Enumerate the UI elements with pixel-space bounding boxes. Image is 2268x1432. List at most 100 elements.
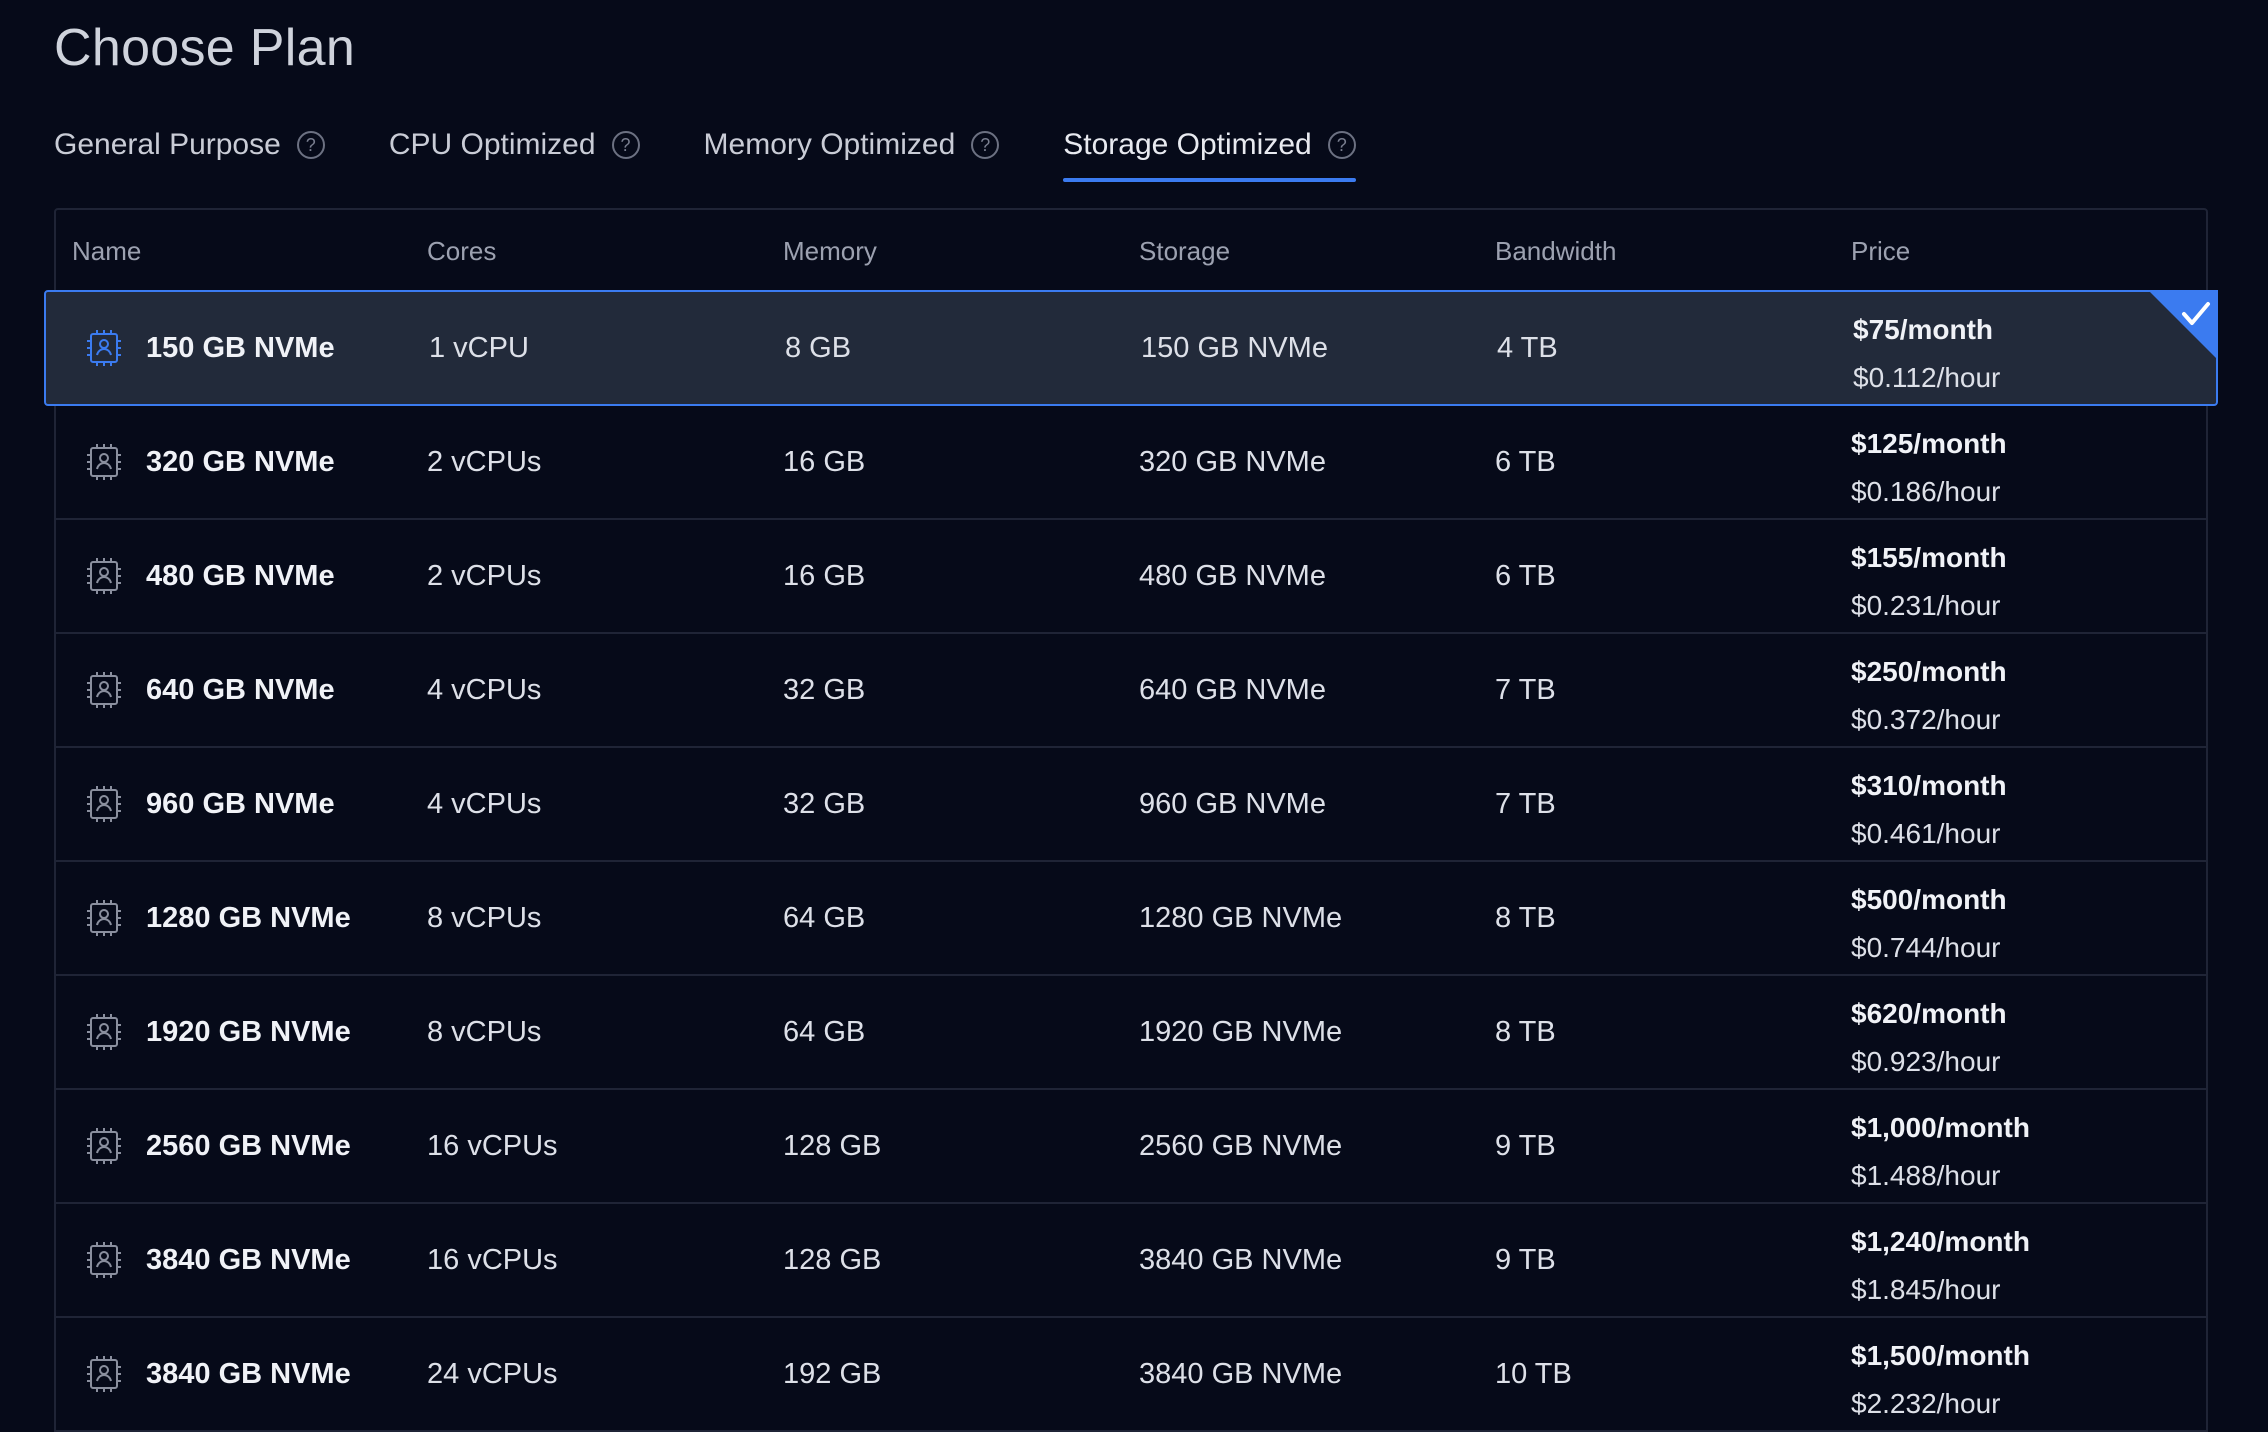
price-monthly: $620/month: [1851, 998, 2007, 1029]
plan-name: 640 GB NVMe: [146, 673, 335, 706]
table-row[interactable]: 1920 GB NVMe 8 vCPUs 64 GB 1920 GB NVMe 8 TB…: [56, 976, 2206, 1090]
plan-price: $1,500/month $2.232/hour: [1851, 1332, 2030, 1428]
column-header-storage[interactable]: Storage: [1139, 236, 1230, 267]
plan-cores: 4 vCPUs: [427, 787, 542, 820]
help-circle-icon[interactable]: ?: [1327, 131, 1356, 159]
plan-bandwidth: 6 TB: [1495, 559, 1556, 592]
price-hourly: $0.231/hour: [1851, 590, 2001, 621]
column-header-cores[interactable]: Cores: [427, 236, 496, 267]
plan-name: 1920 GB NVMe: [146, 1015, 351, 1048]
column-header-price[interactable]: Price: [1851, 236, 1910, 267]
price-hourly: $0.372/hour: [1851, 704, 2001, 735]
price-hourly: $0.112/hour: [1853, 362, 2001, 393]
plan-name-cell: 640 GB NVMe: [86, 671, 335, 709]
table-row[interactable]: 1280 GB NVMe 8 vCPUs 64 GB 1280 GB NVMe 8 TB…: [56, 862, 2206, 976]
plan-memory: 16 GB: [783, 445, 866, 478]
price-monthly: $75/month: [1853, 314, 1994, 345]
plan-name-cell: 2560 GB NVMe: [86, 1127, 351, 1165]
choose-plan-page: Choose Plan General Purpose ? CPU Optimi…: [0, 0, 2268, 1432]
plan-cores: 2 vCPUs: [427, 445, 542, 478]
plan-price: $1,240/month $1.845/hour: [1851, 1218, 2030, 1314]
tab-cpu-optimized[interactable]: CPU Optimized ?: [389, 122, 640, 168]
plan-price: $125/month $0.186/hour: [1851, 420, 2007, 516]
server-chip-icon: [86, 329, 122, 367]
price-monthly: $125/month: [1851, 428, 2007, 459]
plan-memory: 192 GB: [783, 1357, 882, 1390]
column-header-bandwidth[interactable]: Bandwidth: [1495, 236, 1616, 267]
table-row[interactable]: 640 GB NVMe 4 vCPUs 32 GB 640 GB NVMe 7 TB $2…: [56, 634, 2206, 748]
tab-general-purpose[interactable]: General Purpose ?: [54, 122, 325, 168]
table-row[interactable]: 480 GB NVMe 2 vCPUs 16 GB 480 GB NVMe 6 TB $1…: [56, 520, 2206, 634]
server-chip-icon: [86, 671, 122, 709]
page-title: Choose Plan: [54, 19, 356, 77]
column-header-name[interactable]: Name: [72, 236, 141, 267]
plan-cores: 4 vCPUs: [427, 673, 542, 706]
table-body: 150 GB NVMe 1 vCPU 8 GB 150 GB NVMe 4 TB $75/…: [44, 290, 2218, 1432]
column-header-memory[interactable]: Memory: [783, 236, 877, 267]
plan-name: 3840 GB NVMe: [146, 1243, 351, 1276]
table-row[interactable]: 3840 GB NVMe 24 vCPUs 192 GB 3840 GB NVMe 10…: [56, 1318, 2206, 1432]
plan-cores: 8 vCPUs: [427, 901, 542, 934]
server-chip-icon: [86, 1355, 122, 1393]
plan-name: 150 GB NVMe: [146, 331, 335, 364]
plan-name: 480 GB NVMe: [146, 559, 335, 592]
price-hourly: $0.461/hour: [1851, 818, 2001, 849]
table-header: Name Cores Memory Storage Bandwidth Pric…: [56, 210, 2206, 292]
server-chip-icon: [86, 1241, 122, 1279]
price-monthly: $155/month: [1851, 542, 2007, 573]
plan-memory: 64 GB: [783, 1015, 866, 1048]
plan-storage: 2560 GB NVMe: [1139, 1129, 1343, 1162]
tab-label: Storage Optimized: [1063, 128, 1312, 161]
plan-price: $500/month $0.744/hour: [1851, 876, 2007, 972]
price-hourly: $0.744/hour: [1851, 932, 2001, 963]
plan-name-cell: 320 GB NVMe: [86, 443, 335, 481]
server-chip-icon: [86, 899, 122, 937]
help-circle-icon[interactable]: ?: [611, 131, 640, 159]
table-row[interactable]: 3840 GB NVMe 16 vCPUs 128 GB 3840 GB NVMe 9 …: [56, 1204, 2206, 1318]
table-row[interactable]: 150 GB NVMe 1 vCPU 8 GB 150 GB NVMe 4 TB $75/…: [44, 290, 2218, 406]
plan-memory: 32 GB: [783, 787, 866, 820]
plan-bandwidth: 7 TB: [1495, 673, 1556, 706]
plan-bandwidth: 10 TB: [1495, 1357, 1572, 1390]
table-row[interactable]: 320 GB NVMe 2 vCPUs 16 GB 320 GB NVMe 6 TB $1…: [56, 406, 2206, 520]
plan-name: 2560 GB NVMe: [146, 1129, 351, 1162]
plan-bandwidth: 6 TB: [1495, 445, 1556, 478]
price-hourly: $2.232/hour: [1851, 1388, 2001, 1419]
price-monthly: $1,000/month: [1851, 1112, 2030, 1143]
table-row[interactable]: 2560 GB NVMe 16 vCPUs 128 GB 2560 GB NVMe 9 …: [56, 1090, 2206, 1204]
plan-storage: 640 GB NVMe: [1139, 673, 1326, 706]
plan-price: $620/month $0.923/hour: [1851, 990, 2007, 1086]
plan-category-tabs: General Purpose ? CPU Optimized ? Memory…: [54, 122, 1420, 184]
plan-storage: 480 GB NVMe: [1139, 559, 1326, 592]
plan-name: 320 GB NVMe: [146, 445, 335, 478]
plan-memory: 32 GB: [783, 673, 866, 706]
tab-storage-optimized[interactable]: Storage Optimized ?: [1063, 122, 1357, 182]
plan-cores: 8 vCPUs: [427, 1015, 542, 1048]
tab-memory-optimized[interactable]: Memory Optimized ?: [704, 122, 1000, 168]
price-monthly: $310/month: [1851, 770, 2007, 801]
price-hourly: $0.923/hour: [1851, 1046, 2001, 1077]
price-monthly: $1,240/month: [1851, 1226, 2030, 1257]
price-hourly: $0.186/hour: [1851, 476, 2001, 507]
tab-label: General Purpose: [54, 128, 281, 161]
plan-memory: 128 GB: [783, 1129, 882, 1162]
plan-bandwidth: 8 TB: [1495, 1015, 1556, 1048]
plan-name-cell: 3840 GB NVMe: [86, 1355, 351, 1393]
plan-price: $75/month $0.112/hour: [1853, 306, 2000, 402]
table-row[interactable]: 960 GB NVMe 4 vCPUs 32 GB 960 GB NVMe 7 TB $3…: [56, 748, 2206, 862]
plan-storage: 960 GB NVMe: [1139, 787, 1326, 820]
plan-cores: 16 vCPUs: [427, 1243, 558, 1276]
plan-price: $155/month $0.231/hour: [1851, 534, 2007, 630]
plan-memory: 8 GB: [785, 331, 852, 364]
price-monthly: $500/month: [1851, 884, 2007, 915]
price-monthly: $250/month: [1851, 656, 2007, 687]
help-circle-icon[interactable]: ?: [971, 131, 1000, 159]
plan-storage: 3840 GB NVMe: [1139, 1243, 1343, 1276]
help-circle-icon[interactable]: ?: [296, 131, 325, 159]
plan-name: 960 GB NVMe: [146, 787, 335, 820]
plan-name: 3840 GB NVMe: [146, 1357, 351, 1390]
plan-name-cell: 1280 GB NVMe: [86, 899, 351, 937]
price-monthly: $1,500/month: [1851, 1340, 2030, 1371]
plan-cores: 1 vCPU: [429, 331, 529, 364]
plan-name: 1280 GB NVMe: [146, 901, 351, 934]
